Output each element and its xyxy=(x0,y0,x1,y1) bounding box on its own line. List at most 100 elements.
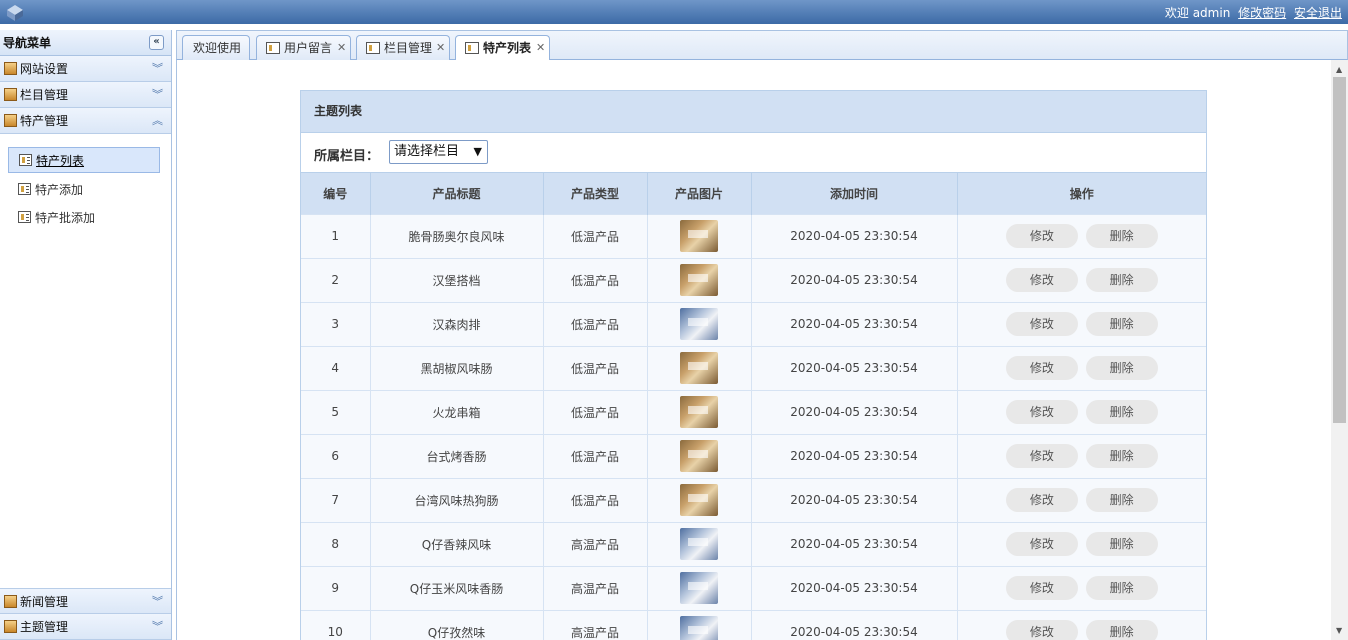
logout-link[interactable]: 安全退出 xyxy=(1294,6,1342,20)
cell-image xyxy=(647,389,752,434)
close-icon[interactable]: ✕ xyxy=(436,36,445,60)
tab-specialty-list[interactable]: 特产列表 ✕ xyxy=(455,35,550,62)
edit-button[interactable]: 修改 xyxy=(1005,620,1078,640)
cell-id: 9 xyxy=(301,565,371,610)
column-select-value: 请选择栏目 xyxy=(394,144,460,159)
chevron-down-icon: ▼ xyxy=(473,145,482,158)
delete-button[interactable]: 删除 xyxy=(1085,356,1158,380)
cell-time: 2020-04-05 23:30:54 xyxy=(751,565,958,610)
product-thumbnail[interactable] xyxy=(680,528,718,560)
product-thumbnail[interactable] xyxy=(680,308,718,340)
edit-button[interactable]: 修改 xyxy=(1005,576,1078,600)
product-thumbnail[interactable] xyxy=(680,352,718,384)
delete-button[interactable]: 删除 xyxy=(1085,576,1158,600)
delete-button[interactable]: 删除 xyxy=(1085,444,1158,468)
product-thumbnail[interactable] xyxy=(680,572,718,604)
collapse-sidebar-icon[interactable]: « xyxy=(149,35,164,50)
scrollbar-thumb[interactable] xyxy=(1333,77,1346,423)
sidebar-item-specialty-batch-add[interactable]: 特产批添加 xyxy=(8,205,160,231)
product-thumbnail[interactable] xyxy=(680,484,718,516)
cell-id: 4 xyxy=(301,345,371,390)
column-header-time: 添加时间 xyxy=(751,173,958,214)
cell-id: 5 xyxy=(301,389,371,434)
product-thumbnail[interactable] xyxy=(680,440,718,472)
scroll-up-arrow-icon[interactable]: ▲ xyxy=(1336,65,1342,74)
close-icon[interactable]: ✕ xyxy=(536,36,545,60)
edit-button[interactable]: 修改 xyxy=(1005,532,1078,556)
sidebar-title: 导航菜单 xyxy=(3,36,52,50)
cell-actions: 修改 删除 xyxy=(957,345,1206,390)
edit-button[interactable]: 修改 xyxy=(1005,488,1078,512)
chevron-up-icon: ︽ xyxy=(152,114,163,127)
table-row: 6 台式烤香肠 低温产品 2020-04-05 23:30:54 修改 删除 xyxy=(301,433,1206,478)
tab-label: 欢迎使用 xyxy=(193,41,242,55)
edit-button[interactable]: 修改 xyxy=(1005,400,1078,424)
table-row: 1 脆骨肠奥尔良风味 低温产品 2020-04-05 23:30:54 修改 删… xyxy=(301,213,1206,258)
sidebar-item-specialty-add[interactable]: 特产添加 xyxy=(8,177,160,203)
edit-button[interactable]: 修改 xyxy=(1005,356,1078,380)
tab-user-messages[interactable]: 用户留言 ✕ xyxy=(256,35,351,61)
product-thumbnail[interactable] xyxy=(680,396,718,428)
chevron-down-icon: ︾ xyxy=(152,62,163,75)
cell-title: Q仔孜然味 xyxy=(370,609,544,640)
delete-button[interactable]: 删除 xyxy=(1085,268,1158,292)
cell-type: 高温产品 xyxy=(543,521,648,566)
cell-id: 2 xyxy=(301,257,371,302)
product-thumbnail[interactable] xyxy=(680,220,718,252)
delete-button[interactable]: 删除 xyxy=(1085,532,1158,556)
table-header-row: 编号 产品标题 产品类型 产品图片 添加时间 操作 xyxy=(301,173,1206,214)
tab-strip: 欢迎使用 用户留言 ✕ 栏目管理 ✕ 特产列表 ✕ xyxy=(176,30,1348,62)
delete-button[interactable]: 删除 xyxy=(1085,620,1158,640)
nav-group-topic-management[interactable]: 主题管理 ︾ xyxy=(0,614,171,640)
edit-button[interactable]: 修改 xyxy=(1005,268,1078,292)
cell-image xyxy=(647,477,752,522)
nav-group-label: 主题管理 xyxy=(20,620,69,634)
vertical-scrollbar[interactable]: ▲ ▼ xyxy=(1331,60,1348,640)
cell-actions: 修改 删除 xyxy=(957,433,1206,478)
scroll-down-arrow-icon[interactable]: ▼ xyxy=(1336,626,1342,635)
product-thumbnail[interactable] xyxy=(680,264,718,296)
product-thumbnail[interactable] xyxy=(680,616,718,640)
delete-button[interactable]: 删除 xyxy=(1085,400,1158,424)
cell-title: Q仔香辣风味 xyxy=(370,521,544,566)
nav-group-column-management[interactable]: 栏目管理 ︾ xyxy=(0,82,171,108)
cell-time: 2020-04-05 23:30:54 xyxy=(751,521,958,566)
edit-button[interactable]: 修改 xyxy=(1005,312,1078,336)
page-icon xyxy=(465,42,479,54)
cell-actions: 修改 删除 xyxy=(957,257,1206,302)
chevron-down-icon: ︾ xyxy=(152,595,163,608)
close-icon[interactable]: ✕ xyxy=(337,36,346,60)
column-select[interactable]: 请选择栏目 ▼ xyxy=(389,140,488,164)
folder-icon xyxy=(4,620,17,633)
cell-type: 低温产品 xyxy=(543,433,648,478)
nav-group-label: 网站设置 xyxy=(20,62,69,76)
cell-id: 6 xyxy=(301,433,371,478)
cell-time: 2020-04-05 23:30:54 xyxy=(751,301,958,346)
edit-button[interactable]: 修改 xyxy=(1005,444,1078,468)
cell-actions: 修改 删除 xyxy=(957,565,1206,610)
nav-group-news-management[interactable]: 新闻管理 ︾ xyxy=(0,588,171,614)
cell-image xyxy=(647,609,752,640)
folder-icon xyxy=(4,114,17,127)
change-password-link[interactable]: 修改密码 xyxy=(1238,6,1286,20)
cell-time: 2020-04-05 23:30:54 xyxy=(751,433,958,478)
cell-time: 2020-04-05 23:30:54 xyxy=(751,389,958,434)
tab-welcome[interactable]: 欢迎使用 xyxy=(182,35,250,61)
cell-time: 2020-04-05 23:30:54 xyxy=(751,213,958,258)
edit-button[interactable]: 修改 xyxy=(1005,224,1078,248)
delete-button[interactable]: 删除 xyxy=(1085,224,1158,248)
table-row: 5 火龙串箱 低温产品 2020-04-05 23:30:54 修改 删除 xyxy=(301,389,1206,434)
cell-image xyxy=(647,213,752,258)
table-row: 9 Q仔玉米风味香肠 高温产品 2020-04-05 23:30:54 修改 删… xyxy=(301,565,1206,610)
tab-column-management[interactable]: 栏目管理 ✕ xyxy=(356,35,450,61)
cell-title: 汉森肉排 xyxy=(370,301,544,346)
delete-button[interactable]: 删除 xyxy=(1085,312,1158,336)
nav-group-website-settings[interactable]: 网站设置 ︾ xyxy=(0,56,171,82)
cell-type: 高温产品 xyxy=(543,565,648,610)
nav-group-specialty-management[interactable]: 特产管理 ︽ xyxy=(0,108,171,134)
page-icon xyxy=(366,42,380,54)
cell-title: 火龙串箱 xyxy=(370,389,544,434)
cell-image xyxy=(647,521,752,566)
sidebar-item-specialty-list[interactable]: 特产列表 xyxy=(8,147,160,173)
delete-button[interactable]: 删除 xyxy=(1085,488,1158,512)
